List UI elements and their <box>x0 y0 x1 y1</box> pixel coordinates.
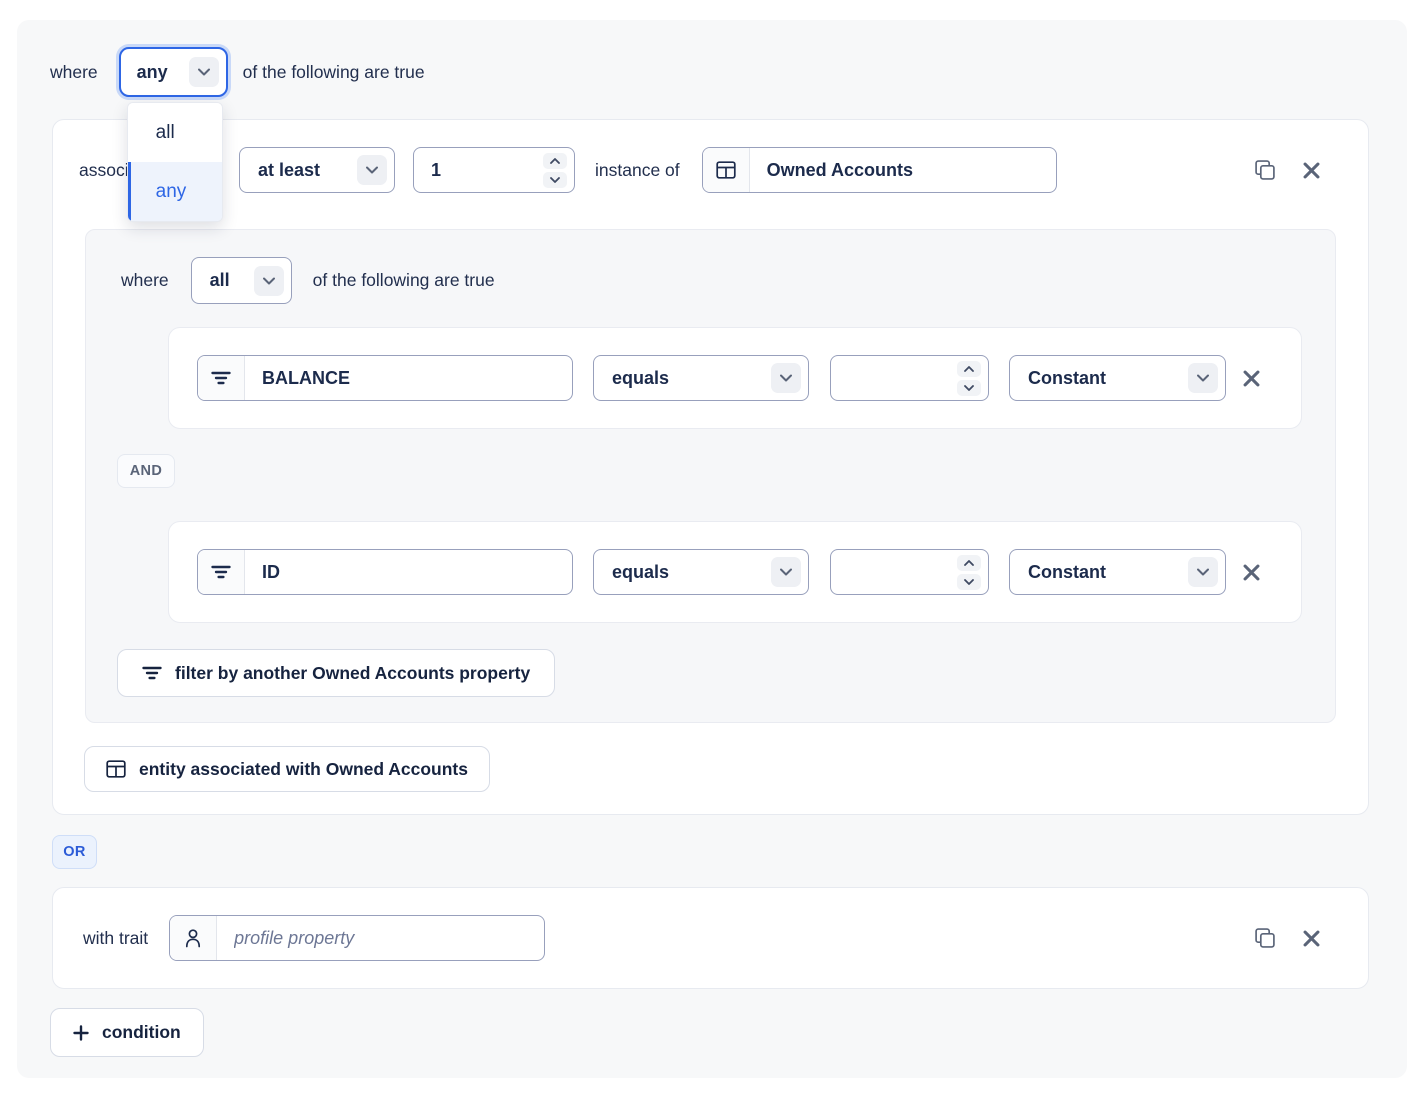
dropdown-option-any[interactable]: any <box>128 162 222 221</box>
count-operator-value: at least <box>258 160 320 181</box>
add-property-filter-button[interactable]: filter by another Owned Accounts propert… <box>117 649 555 697</box>
caret-down-icon[interactable] <box>957 380 981 396</box>
table-icon <box>703 148 750 192</box>
value-input[interactable] <box>831 356 957 400</box>
entity-condition-row: associated with at least instance of Own… <box>79 147 1321 193</box>
chevron-down-icon <box>1188 363 1218 393</box>
duplicate-condition-button[interactable] <box>1254 927 1276 949</box>
property-condition-row: BALANCE equals Constant <box>197 355 1301 401</box>
person-icon <box>170 916 217 960</box>
caret-down-icon[interactable] <box>543 172 567 188</box>
nested-any-all-select[interactable]: all <box>191 257 292 304</box>
filter-icon <box>198 356 245 400</box>
chevron-down-icon <box>771 363 801 393</box>
following-true-label: of the following are true <box>313 270 495 291</box>
value-input[interactable] <box>831 550 957 594</box>
chevron-down-icon <box>189 57 219 87</box>
property-value: BALANCE <box>245 368 350 389</box>
count-operator-select[interactable]: at least <box>239 147 395 193</box>
with-trait-label: with trait <box>83 928 148 949</box>
value-type-select[interactable]: Constant <box>1009 549 1226 595</box>
caret-up-icon[interactable] <box>957 361 981 377</box>
nested-any-all-value: all <box>210 270 230 291</box>
any-all-dropdown-menu: all any <box>127 102 223 222</box>
table-icon <box>106 760 126 778</box>
value-type-select[interactable]: Constant <box>1009 355 1226 401</box>
instance-of-label: instance of <box>595 160 680 181</box>
chevron-down-icon <box>1188 557 1218 587</box>
entity-associated-label: entity associated with Owned Accounts <box>139 759 468 780</box>
dropdown-option-all[interactable]: all <box>128 103 222 162</box>
where-label: where <box>121 270 169 291</box>
value-steppers <box>957 361 981 396</box>
condition-builder-panel: where any all any of the following are t… <box>17 20 1407 1078</box>
plus-icon <box>73 1025 89 1041</box>
value-field <box>830 549 989 595</box>
value-steppers <box>957 555 981 590</box>
property-condition-card: BALANCE equals Constant <box>168 327 1302 429</box>
comparison-value: equals <box>612 562 669 583</box>
count-steppers <box>543 153 567 188</box>
property-condition-card: ID equals Constant <box>168 521 1302 623</box>
trait-property-field <box>169 915 545 961</box>
property-value: ID <box>245 562 280 583</box>
following-true-label: of the following are true <box>243 62 425 83</box>
trait-condition-row: with trait <box>83 915 1321 961</box>
add-condition-label: condition <box>102 1022 181 1043</box>
add-property-filter-label: filter by another Owned Accounts propert… <box>175 663 530 684</box>
comparison-value: equals <box>612 368 669 389</box>
property-condition-row: ID equals Constant <box>197 549 1301 595</box>
caret-up-icon[interactable] <box>957 555 981 571</box>
entity-associated-button[interactable]: entity associated with Owned Accounts <box>84 746 490 792</box>
filter-icon <box>142 666 162 680</box>
or-badge: OR <box>52 835 97 869</box>
chevron-down-icon <box>254 266 284 296</box>
trait-property-input[interactable] <box>217 916 544 960</box>
chevron-down-icon <box>357 155 387 185</box>
instance-count-input[interactable] <box>414 148 543 192</box>
property-select[interactable]: BALANCE <box>197 355 573 401</box>
comparison-select[interactable]: equals <box>593 549 809 595</box>
nested-filter-group: where all of the following are true BALA… <box>85 229 1336 723</box>
any-all-select-value: any <box>137 62 168 83</box>
and-badge: AND <box>117 454 175 488</box>
trait-condition-card: with trait <box>52 887 1369 989</box>
entity-select[interactable]: Owned Accounts <box>702 147 1057 193</box>
top-logic-row: where any all any of the following are t… <box>50 47 1407 97</box>
entity-name-value: Owned Accounts <box>750 160 913 181</box>
duplicate-condition-button[interactable] <box>1254 159 1276 181</box>
remove-condition-button[interactable] <box>1302 161 1321 180</box>
caret-down-icon[interactable] <box>957 574 981 590</box>
chevron-down-icon <box>771 557 801 587</box>
remove-filter-button[interactable] <box>1242 563 1261 582</box>
remove-condition-button[interactable] <box>1302 929 1321 948</box>
value-type-value: Constant <box>1028 368 1106 389</box>
value-type-value: Constant <box>1028 562 1106 583</box>
caret-up-icon[interactable] <box>543 153 567 169</box>
remove-filter-button[interactable] <box>1242 369 1261 388</box>
any-all-select[interactable]: any <box>119 47 228 97</box>
where-label: where <box>50 62 98 83</box>
comparison-select[interactable]: equals <box>593 355 809 401</box>
value-field <box>830 355 989 401</box>
nested-logic-row: where all of the following are true <box>121 257 1335 304</box>
add-condition-button[interactable]: condition <box>50 1008 204 1057</box>
logic-select-wrap: any all any <box>119 47 228 97</box>
instance-count-field <box>413 147 575 193</box>
property-select[interactable]: ID <box>197 549 573 595</box>
entity-condition-card: associated with at least instance of Own… <box>52 119 1369 815</box>
filter-icon <box>198 550 245 594</box>
